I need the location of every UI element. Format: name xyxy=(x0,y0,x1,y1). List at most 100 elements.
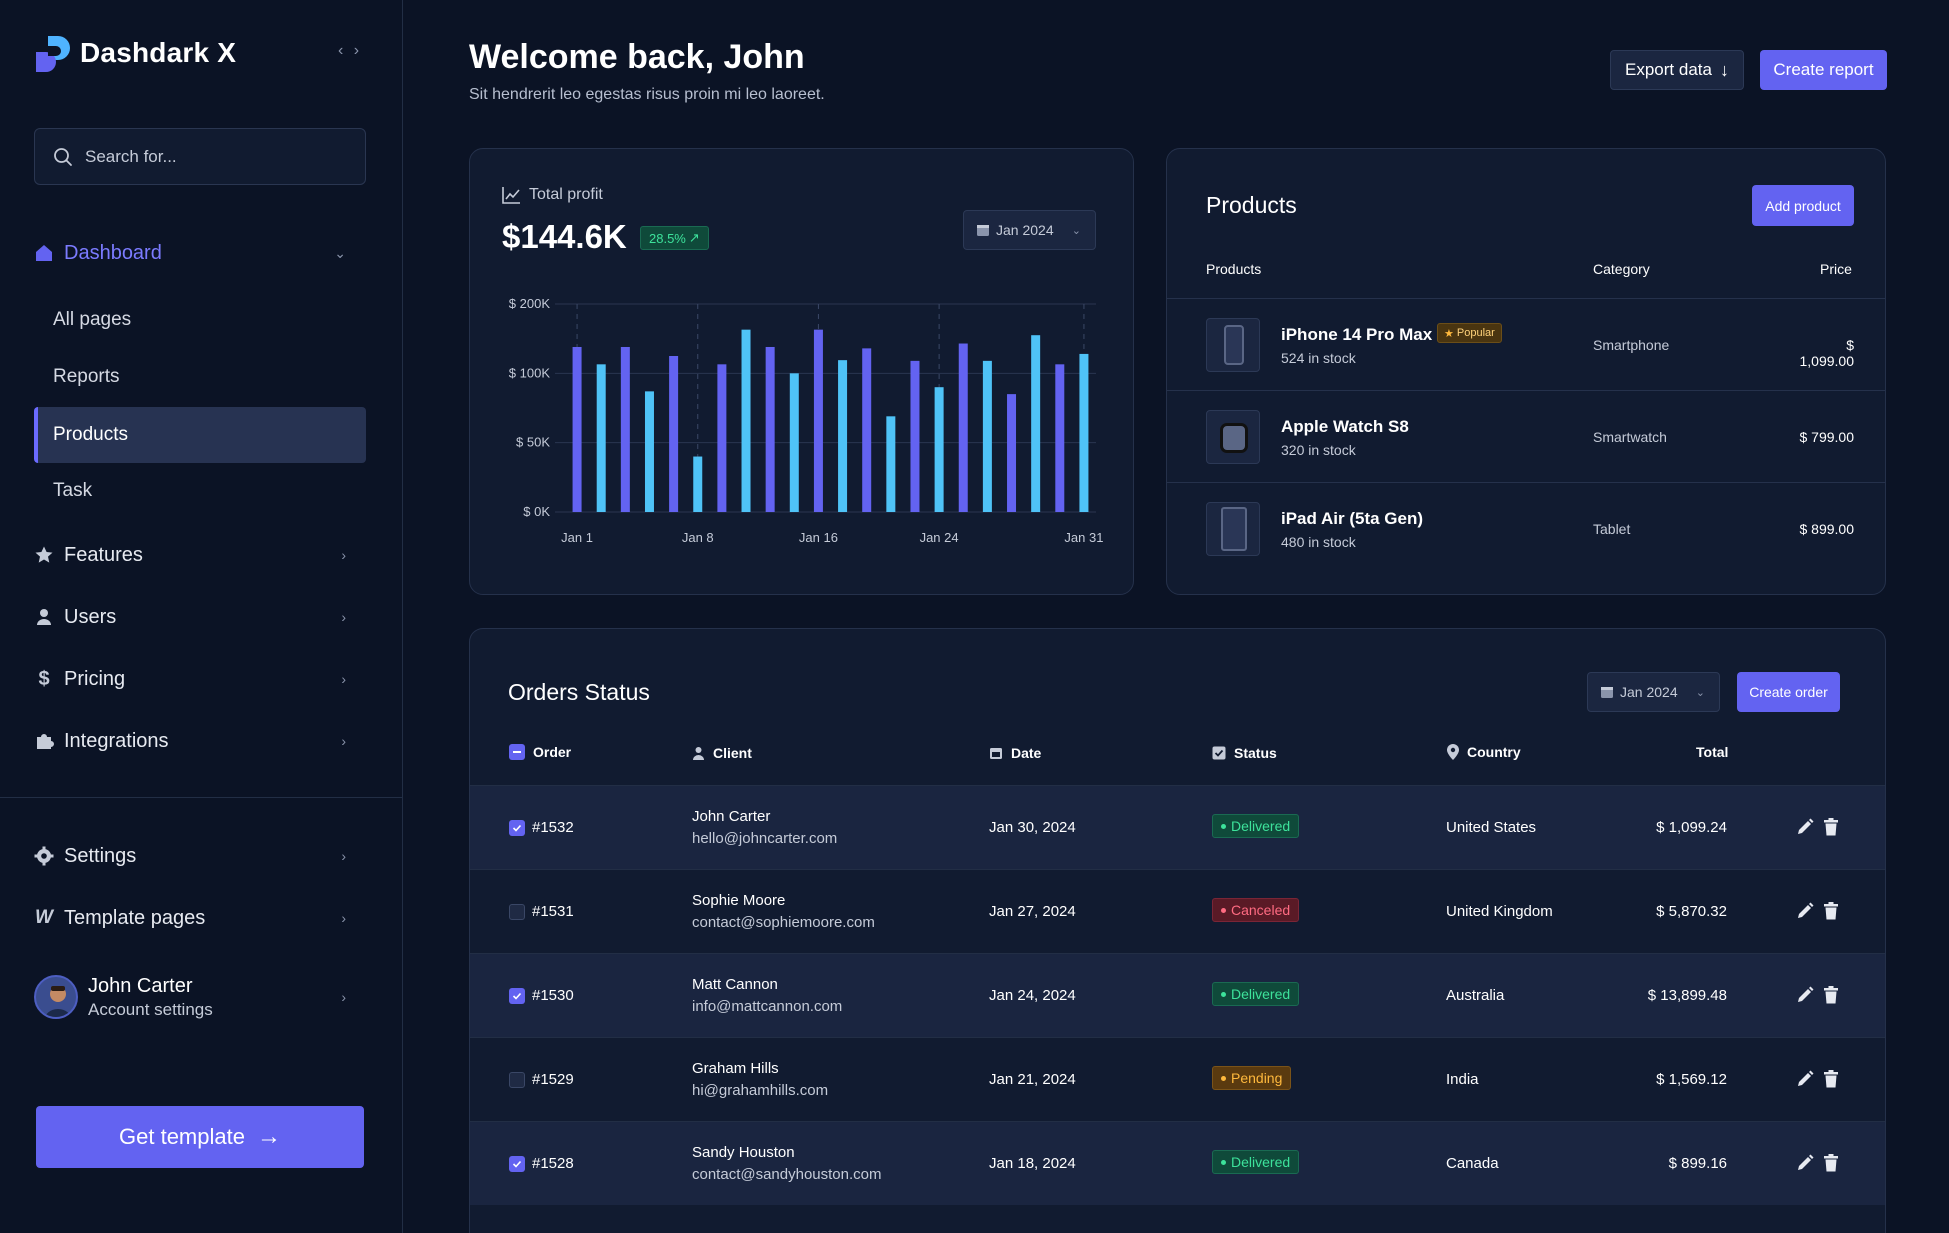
select-all-checkbox[interactable] xyxy=(509,744,525,760)
brand-logo-icon xyxy=(34,34,72,72)
product-row[interactable] xyxy=(1167,390,1885,482)
edit-pencil-icon[interactable] xyxy=(1796,818,1814,836)
checkbox-icon xyxy=(1212,746,1226,760)
chart-bar[interactable] xyxy=(982,360,992,512)
sidebar-subitem-all-pages[interactable]: All pages xyxy=(34,292,366,348)
chart-bar[interactable] xyxy=(693,456,703,512)
chevron-right-icon: › xyxy=(341,547,346,563)
chart-bar[interactable] xyxy=(934,387,944,512)
chart-bar[interactable] xyxy=(789,373,799,512)
product-price: $ 799.00 xyxy=(1799,429,1855,445)
edit-pencil-icon[interactable] xyxy=(1796,902,1814,920)
sidebar-subitem-products[interactable]: Products xyxy=(34,407,366,463)
order-date: Jan 21, 2024 xyxy=(989,1071,1076,1088)
orders-date-filter[interactable]: Jan 2024 ⌄ xyxy=(1587,672,1720,712)
row-checkbox[interactable] xyxy=(509,820,525,836)
search-box[interactable] xyxy=(34,128,366,185)
chart-bar[interactable] xyxy=(572,346,582,512)
status-badge: Canceled xyxy=(1212,898,1300,922)
edit-pencil-icon[interactable] xyxy=(1796,1070,1814,1088)
row-checkbox[interactable] xyxy=(509,988,525,1004)
chart-bar[interactable] xyxy=(862,348,872,512)
order-id: #1530 xyxy=(532,987,574,1004)
profit-date-filter[interactable]: Jan 2024 ⌄ xyxy=(963,210,1096,250)
chevron-right-icon: › xyxy=(341,733,346,749)
total-profit-label: Total profit xyxy=(529,186,603,203)
chart-bar[interactable] xyxy=(813,329,823,512)
chart-bar[interactable] xyxy=(596,364,606,512)
create-report-button[interactable]: Create report xyxy=(1760,50,1887,90)
add-product-button[interactable]: Add product xyxy=(1752,185,1854,226)
products-column-header: Products xyxy=(1206,261,1262,277)
user-icon xyxy=(693,747,704,760)
profit-change-badge: 28.5% ↗ xyxy=(640,226,709,250)
trash-icon[interactable] xyxy=(1823,1154,1839,1172)
brand[interactable]: Dashdark X xyxy=(34,34,236,72)
profile-subtitle: Account settings xyxy=(88,999,213,1019)
sidebar-subitem-task[interactable]: Task xyxy=(34,463,366,519)
iphone-product-image xyxy=(1206,318,1260,372)
search-icon xyxy=(54,147,72,166)
export-data-button[interactable]: Export data ↓ xyxy=(1610,50,1744,90)
edit-pencil-icon[interactable] xyxy=(1796,1154,1814,1172)
sidebar-item-pricing[interactable]: $ Pricing › xyxy=(34,657,366,701)
row-checkbox[interactable] xyxy=(509,904,525,920)
product-category: Smartwatch xyxy=(1593,429,1667,445)
sidebar-item-users[interactable]: Users › xyxy=(34,595,366,639)
chart-bar[interactable] xyxy=(838,360,848,512)
order-date: Jan 24, 2024 xyxy=(989,987,1076,1004)
chart-bar[interactable] xyxy=(886,416,896,512)
product-price: $ 1,099.00 xyxy=(1799,337,1855,369)
trend-up-icon xyxy=(502,187,520,204)
chevron-right-icon: › xyxy=(341,671,346,687)
chart-bar[interactable] xyxy=(1031,335,1041,512)
chart-bar[interactable] xyxy=(958,343,968,512)
get-template-button[interactable]: Get template → xyxy=(36,1106,364,1168)
order-column-header[interactable]: Order xyxy=(509,744,571,760)
chevron-down-icon: ⌄ xyxy=(334,244,346,261)
brand-name: Dashdark X xyxy=(80,37,237,68)
sidebar-item-dashboard[interactable]: Dashboard ⌄ xyxy=(34,231,366,275)
order-total: $ 13,899.48 xyxy=(1647,987,1727,1004)
client-name: Matt Cannon xyxy=(692,976,778,993)
price-column-header: Price xyxy=(1820,261,1852,277)
product-row[interactable] xyxy=(1167,298,1885,390)
trash-icon[interactable] xyxy=(1823,986,1839,1004)
status-badge: Pending xyxy=(1212,1066,1292,1090)
order-date: Jan 30, 2024 xyxy=(989,819,1076,836)
sidebar-item-settings[interactable]: Settings › xyxy=(34,834,366,878)
chart-bar[interactable] xyxy=(765,346,775,512)
search-input[interactable] xyxy=(85,146,345,167)
chart-bar[interactable] xyxy=(910,360,920,512)
row-checkbox[interactable] xyxy=(509,1156,525,1172)
product-name: Apple Watch S8 xyxy=(1281,417,1409,436)
trash-icon[interactable] xyxy=(1823,902,1839,920)
trash-icon[interactable] xyxy=(1823,818,1839,836)
calendar-icon xyxy=(990,748,1002,759)
chart-bar[interactable] xyxy=(1007,394,1017,512)
order-country: India xyxy=(1446,1071,1479,1088)
sidebar-item-features[interactable]: Features › xyxy=(34,533,366,577)
sidebar-subitem-reports[interactable]: Reports xyxy=(34,349,366,405)
chart-bar[interactable] xyxy=(717,364,727,512)
sidebar-item-template-pages[interactable]: W Template pages › xyxy=(34,896,366,940)
orders-title: Orders Status xyxy=(508,679,650,705)
row-checkbox[interactable] xyxy=(509,1072,525,1088)
account-settings[interactable]: John Carter Account settings › xyxy=(34,972,366,1022)
chart-bar[interactable] xyxy=(644,391,654,512)
edit-pencil-icon[interactable] xyxy=(1796,986,1814,1004)
chart-bar[interactable] xyxy=(741,329,751,512)
sidebar: Dashdark X ‹ › Dashboard ⌄ All pages Rep… xyxy=(0,0,403,1233)
collapse-sidebar-icon[interactable]: ‹ › xyxy=(338,42,362,60)
sidebar-item-integrations[interactable]: Integrations › xyxy=(34,719,366,763)
trash-icon[interactable] xyxy=(1823,1070,1839,1088)
product-row[interactable] xyxy=(1167,482,1885,574)
client-email: contact@sophiemoore.com xyxy=(692,914,875,931)
profile-name: John Carter xyxy=(88,974,193,997)
chart-bar[interactable] xyxy=(669,356,679,512)
create-order-button[interactable]: Create order xyxy=(1737,672,1840,712)
chart-bar[interactable] xyxy=(1055,364,1065,512)
chart-bar[interactable] xyxy=(620,346,630,512)
order-id: #1531 xyxy=(532,903,574,920)
chart-bar[interactable] xyxy=(1079,353,1089,512)
